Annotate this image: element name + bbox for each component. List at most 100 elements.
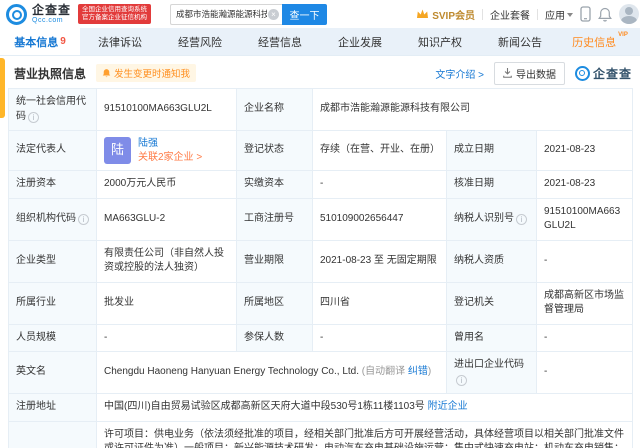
- divider: [537, 8, 538, 20]
- tab-label: 企业发展: [338, 36, 382, 49]
- staff-size-label: 人员规模: [8, 323, 97, 352]
- svip-label: SVIP会员: [432, 10, 475, 22]
- brand-name: 企查查: [32, 3, 72, 17]
- tab-legal-litigation[interactable]: 法律诉讼: [80, 28, 160, 55]
- address-label: 注册地址: [8, 393, 97, 422]
- download-icon: [503, 68, 512, 78]
- mobile-app-icon[interactable]: [580, 6, 591, 22]
- change-notify-button[interactable]: 发生变更时通知我: [96, 64, 197, 82]
- address-cell: 中国(四川)自由贸易试验区成都高新区天府大道中段530号1栋11楼1103号 附…: [96, 393, 633, 422]
- auto-translate-note: (自动翻译: [361, 366, 406, 378]
- former-name-value: -: [536, 323, 633, 352]
- tab-intellectual-property[interactable]: 知识产权: [400, 28, 480, 55]
- taxpayer-quality-value: -: [536, 239, 633, 283]
- tab-label: 法律诉讼: [98, 36, 142, 49]
- tab-history-info[interactable]: 历史信息 VIP: [560, 28, 640, 55]
- correct-link[interactable]: 纠错: [408, 366, 428, 377]
- table-row: 法定代表人 陆 陆强 关联2家企业 > 登记状态 存续（在营、开业、在册） 成立…: [8, 130, 633, 171]
- insured-value: -: [312, 323, 447, 352]
- former-name-label: 曾用名: [446, 323, 537, 352]
- info-icon[interactable]: i: [78, 213, 89, 225]
- tab-label: 经营信息: [258, 36, 302, 49]
- approval-date-value: 2021-08-23: [536, 170, 633, 199]
- table-row: 注册地址 中国(四川)自由贸易试验区成都高新区天府大道中段530号1栋11楼11…: [8, 393, 633, 422]
- side-handle[interactable]: [0, 58, 5, 118]
- taxpayer-id-label: 纳税人识别号 i: [446, 197, 537, 241]
- divider: [482, 8, 483, 20]
- text-intro-link[interactable]: 文字介绍 >: [435, 66, 484, 81]
- company-type-value: 有限责任公司（非自然人投资或控股的法人独资）: [96, 239, 237, 283]
- credit-code-label: 统一社会信用代码 i: [8, 88, 97, 131]
- related-companies-link[interactable]: 关联2家企业 >: [138, 152, 202, 164]
- export-data-button[interactable]: 导出数据: [493, 61, 565, 85]
- business-license-table: 统一社会信用代码 i 91510100MA663GLU2L 企业名称 成都市浩能瀚…: [8, 88, 633, 448]
- info-icon[interactable]: i: [516, 213, 527, 225]
- qcc-logo-icon[interactable]: [6, 3, 27, 25]
- est-date-label: 成立日期: [446, 130, 537, 171]
- official-badge-line2: 官方备案企业征信机构: [82, 14, 148, 21]
- company-tabbar: 基本信息 9 法律诉讼 经营风险 经营信息 企业发展 知识产权 新闻公告 历史信…: [0, 28, 640, 56]
- nearby-companies-link[interactable]: 附近企业: [428, 401, 468, 412]
- apps-menu[interactable]: 应用: [545, 7, 573, 22]
- tab-count-badge: 9: [60, 36, 66, 47]
- qcc-watermark-icon: [574, 65, 590, 81]
- import-export-label: 进出口企业代码i: [446, 351, 537, 394]
- company-name-label: 企业名称: [236, 88, 313, 131]
- paid-capital-value: -: [312, 170, 447, 199]
- svip-menu[interactable]: SVIP会员: [416, 7, 475, 22]
- user-avatar[interactable]: [619, 4, 639, 24]
- address-value: 中国(四川)自由贸易试验区成都高新区天府大道中段530号1栋11楼1103号: [104, 401, 425, 412]
- tab-company-development[interactable]: 企业发展: [320, 28, 400, 55]
- search-button[interactable]: 查一下: [282, 3, 328, 25]
- insured-label: 参保人数: [236, 323, 313, 352]
- biz-reg-no-label: 工商注册号: [236, 197, 313, 241]
- official-badge: 全国企业信用查询系统 官方备案企业征信机构: [78, 3, 152, 25]
- english-name-value: Chengdu Haoneng Hanyuan Energy Technolog…: [104, 366, 359, 378]
- tab-news[interactable]: 新闻公告: [480, 28, 560, 55]
- tab-operation-risk[interactable]: 经营风险: [160, 28, 240, 55]
- table-row: 注册资本 2000万元人民币 实缴资本 - 核准日期 2021-08-23: [8, 170, 633, 199]
- table-row: 人员规模 - 参保人数 - 曾用名 -: [8, 323, 633, 352]
- status-value: 存续（在营、开业、在册）: [312, 130, 447, 171]
- status-label: 登记状态: [236, 130, 313, 171]
- crown-icon: [417, 9, 429, 18]
- table-row: 企业类型 有限责任公司（非自然人投资或控股的法人独资） 营业期限 2021-08…: [8, 239, 633, 283]
- vip-tag: VIP: [618, 32, 628, 38]
- tab-basic-info[interactable]: 基本信息 9: [0, 28, 80, 55]
- english-name-cell: Chengdu Haoneng Hanyuan Energy Technolog…: [96, 351, 447, 394]
- scope-value: 许可项目：供电业务（依法须经批准的项目，经相关部门批准后方可开展经营活动，具体经…: [96, 420, 633, 448]
- info-icon[interactable]: i: [456, 374, 467, 386]
- package-menu[interactable]: 企业套餐: [490, 7, 530, 22]
- taxpayer-id-value: 91510100MA663GLU2L: [536, 197, 633, 241]
- biz-term-value: 2021-08-23 至 无固定期限: [312, 239, 447, 283]
- info-icon[interactable]: i: [28, 111, 39, 123]
- scope-label: 经营范围: [8, 420, 97, 448]
- import-export-value: -: [536, 351, 633, 394]
- notification-bell-icon[interactable]: [598, 7, 612, 22]
- section-title: 营业执照信息: [14, 66, 87, 81]
- region-label: 所属地区: [236, 281, 313, 325]
- search-input[interactable]: [170, 3, 283, 25]
- industry-label: 所属行业: [8, 281, 97, 325]
- license-section-header: 营业执照信息 发生变更时通知我 文字介绍 > 导出数据 企查查: [14, 61, 632, 85]
- approval-date-label: 核准日期: [446, 170, 537, 199]
- package-label: 企业套餐: [490, 10, 530, 22]
- credit-code-value: 91510100MA663GLU2L: [96, 88, 237, 131]
- staff-size-value: -: [96, 323, 237, 352]
- tab-label: 历史信息: [572, 36, 617, 49]
- apps-label: 应用: [545, 10, 565, 22]
- notify-bell-icon: [102, 69, 111, 78]
- region-value: 四川省: [312, 281, 447, 325]
- legal-rep-avatar[interactable]: 陆: [104, 137, 131, 164]
- tab-label: 基本信息: [14, 36, 59, 49]
- legal-rep-link[interactable]: 陆强: [138, 138, 202, 150]
- top-header: 企查查 Qcc.com 全国企业信用查询系统 官方备案企业征信机构 × 查一下 …: [0, 0, 640, 28]
- clear-search-icon[interactable]: ×: [268, 8, 280, 20]
- authority-label: 登记机关: [446, 281, 537, 325]
- brand-block[interactable]: 企查查 Qcc.com: [32, 4, 71, 24]
- official-badge-line1: 全国企业信用查询系统: [82, 5, 148, 13]
- biz-term-label: 营业期限: [236, 239, 313, 283]
- org-code-value: MA663GLU-2: [96, 197, 237, 241]
- tab-business-info[interactable]: 经营信息: [240, 28, 320, 55]
- export-label: 导出数据: [515, 69, 556, 81]
